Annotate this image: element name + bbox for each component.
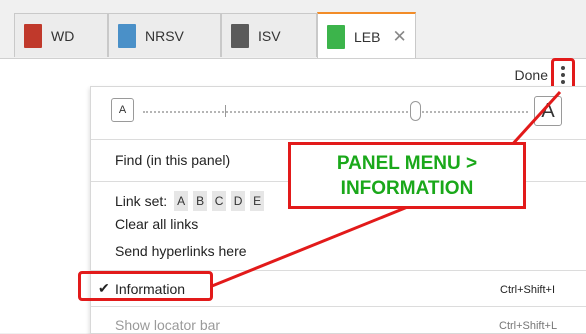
arrow-to-information	[211, 204, 411, 288]
annotation-callout: PANEL MENU > INFORMATION	[288, 142, 526, 209]
arrow-to-menu-button	[508, 90, 562, 149]
callout-line-2: INFORMATION	[340, 177, 474, 199]
information-highlight-box	[78, 271, 213, 301]
callout-line-1: PANEL MENU >	[336, 152, 478, 174]
